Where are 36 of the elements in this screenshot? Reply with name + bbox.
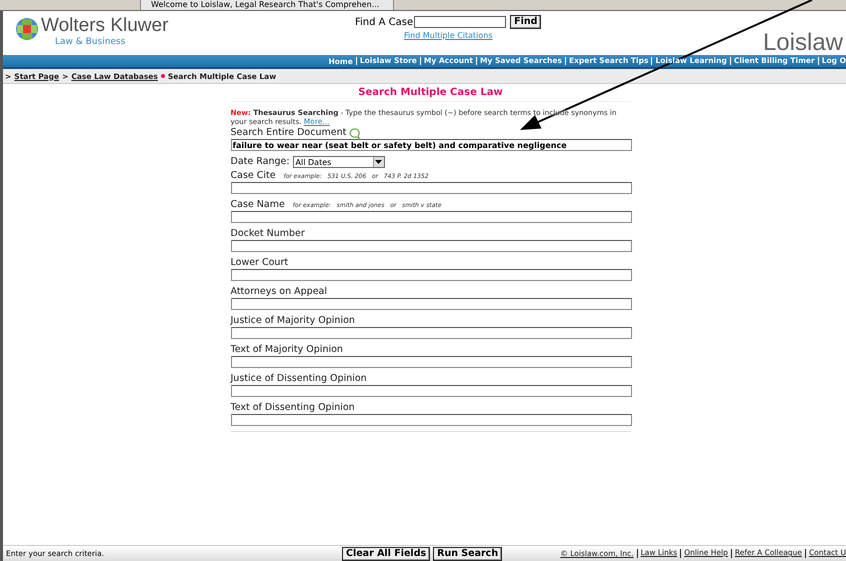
field-label: Attorneys on Appeal	[230, 286, 328, 298]
brand-name: Loislaw	[762, 29, 843, 57]
globe-logo-icon	[15, 17, 39, 41]
field-label: Case Name	[230, 199, 285, 211]
field-label: Text of Majority Opinion	[230, 344, 343, 356]
text-field[interactable]	[230, 269, 632, 281]
page-title: Search Multiple Case Law	[230, 87, 630, 102]
field-label: Date Range:	[230, 156, 290, 168]
date-range-dropdown[interactable]: All Dates	[292, 156, 385, 168]
field-label: Text of Dissenting Opinion	[230, 402, 355, 414]
find-label: Find A Case	[355, 16, 414, 28]
text-field[interactable]	[230, 414, 632, 426]
field-label: Justice of Dissenting Opinion	[230, 373, 367, 385]
find-case-field[interactable]	[414, 16, 506, 28]
find-button[interactable]: Find	[510, 15, 542, 29]
text-field[interactable]	[230, 385, 632, 397]
text-field[interactable]	[230, 182, 632, 194]
form-button[interactable]: Clear All Fields	[342, 546, 430, 560]
text-field[interactable]	[230, 327, 632, 339]
logo-subtitle: Law & Business	[55, 37, 126, 47]
field-label: Justice of Majority Opinion	[230, 315, 355, 327]
field-label: Lower Court	[230, 257, 288, 269]
find-multiple-link[interactable]: Find Multiple Citations	[404, 31, 493, 40]
field-label: Docket Number	[230, 228, 305, 240]
text-field[interactable]	[230, 356, 632, 368]
text-field[interactable]	[230, 240, 632, 252]
dropdown-arrow-icon	[375, 160, 382, 164]
field-label: Case Cite	[230, 170, 276, 182]
text-field[interactable]	[230, 211, 632, 223]
browser-tab[interactable]: Welcome to Loislaw, Legal Research That's Comprehen...	[140, 0, 394, 10]
bullet-icon	[160, 74, 165, 78]
form-button[interactable]: Run Search	[433, 546, 502, 560]
text-field[interactable]: failure to wear near (seat belt or safety belt) and comparative negligence	[230, 139, 632, 151]
text-field[interactable]	[230, 298, 632, 310]
field-label: Search Entire Document	[230, 127, 346, 139]
logo-name: Wolters Kluwer	[41, 15, 168, 37]
